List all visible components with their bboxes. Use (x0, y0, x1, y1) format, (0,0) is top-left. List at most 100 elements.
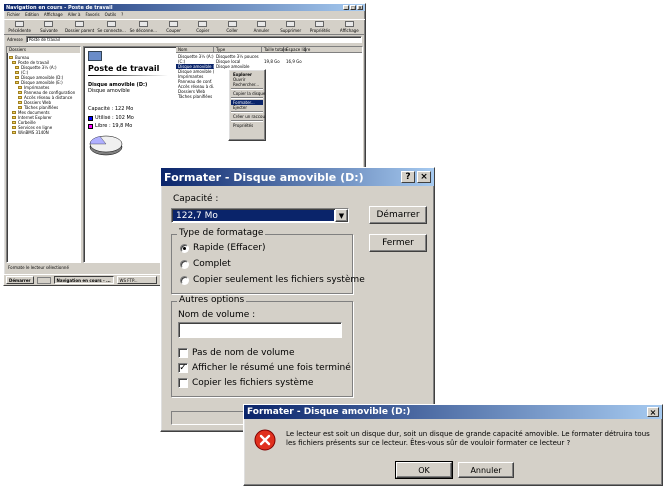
copy-button[interactable]: Copier (190, 21, 215, 33)
menu-affichage[interactable]: Affichage (44, 12, 63, 18)
col-free[interactable]: Espace libre (284, 47, 310, 52)
free-swatch (88, 123, 93, 129)
network-drive-icon (107, 21, 117, 27)
recycle-bin-icon (12, 121, 16, 124)
taskbar-item-explorer[interactable]: Navigation en cours - ... (53, 276, 114, 284)
properties-icon (315, 21, 325, 27)
confirm-dialog: Formater - Disque amovible (D:) × Le lec… (243, 404, 663, 486)
map-drive-button[interactable]: Se connecte... (97, 21, 126, 33)
taskbar-item-ftp[interactable]: WS FTP... (116, 276, 157, 284)
check-show-summary[interactable]: ✓ Afficher le résumé une fois terminé (178, 363, 351, 373)
paste-button[interactable]: Coller (219, 21, 244, 33)
explorer-titlebar[interactable]: Navigation en cours - Poste de travail _… (4, 4, 365, 11)
paste-icon (227, 21, 237, 27)
used-swatch (88, 115, 93, 121)
used-text: Utilisé : 102 Mo (95, 115, 134, 121)
ie-icon (12, 116, 16, 119)
radio-quick[interactable]: Rapide (Effacer) (180, 243, 266, 253)
folder-icon (12, 111, 16, 114)
back-icon (15, 21, 25, 27)
properties-button[interactable]: Propriétés (307, 21, 332, 33)
volume-input[interactable] (178, 322, 342, 338)
computer-icon (12, 61, 16, 64)
format-title: Formater - Disque amovible (D:) (164, 170, 364, 184)
capacity-label: Capacité : (173, 194, 219, 204)
dialup-icon (18, 96, 22, 99)
cut-button[interactable]: Couper (161, 21, 186, 33)
drive-icon (15, 71, 19, 74)
menu-aide[interactable]: ? (121, 12, 123, 18)
computer-icon (88, 51, 102, 61)
printer-icon (18, 86, 22, 89)
capacity-text: Capacité : 122 Mo (88, 106, 134, 112)
radio-full[interactable]: Complet (180, 259, 231, 269)
address-label: Adresse (7, 37, 23, 42)
ctx-create-shortcut[interactable]: Créer un raccourci (231, 114, 265, 119)
menu-fichier[interactable]: Fichier (7, 12, 20, 18)
list-item[interactable]: Tâches planifiées (176, 94, 362, 99)
disconnect-icon (138, 21, 148, 27)
maximize-button[interactable]: □ (350, 5, 356, 10)
address-field[interactable]: Poste de travail (25, 36, 362, 43)
copy-icon (198, 21, 208, 27)
forward-icon (44, 21, 54, 27)
cancel-button[interactable]: Annuler (458, 462, 514, 478)
format-dialog: Formater - Disque amovible (D:) ? × Capa… (160, 167, 435, 432)
folder-up-icon (75, 21, 85, 27)
ctx-search[interactable]: Rechercher... (231, 82, 263, 87)
close-button[interactable]: × (647, 407, 659, 417)
dropdown-arrow-icon[interactable]: ▼ (335, 209, 348, 222)
quick-launch[interactable] (36, 276, 51, 284)
menu-outils[interactable]: Outils (105, 12, 117, 18)
col-name[interactable]: Nom (176, 47, 214, 52)
col-size[interactable]: Taille totale (262, 47, 287, 52)
format-type-group: Type de formatage Rapide (Effacer) Compl… (171, 228, 365, 294)
close-button[interactable]: × (357, 5, 363, 10)
capacity-value: 122,7 Mo (173, 210, 334, 221)
col-type[interactable]: Type (214, 47, 262, 52)
radio-system-only[interactable]: Copier seulement les fichiers système (180, 275, 365, 285)
forward-button[interactable]: Suivante (36, 21, 61, 33)
confirm-titlebar[interactable]: Formater - Disque amovible (D:) × (244, 405, 662, 419)
start-button[interactable]: Démarrer (6, 276, 34, 284)
disconnect-button[interactable]: Se déconne... (130, 21, 157, 33)
close-button[interactable]: × (417, 171, 431, 183)
panel-title: Poste de travail (88, 64, 160, 73)
ctx-properties[interactable]: Propriétés (231, 123, 263, 128)
up-button[interactable]: Dossier parent (65, 21, 94, 33)
panel-item-sub: Disque amovible (88, 88, 130, 94)
folder-tree[interactable]: Dossiers Bureau Poste de travail Disquet… (6, 46, 81, 263)
confirm-title: Formater - Disque amovible (D:) (247, 407, 411, 417)
ctx-copy-disk[interactable]: Copier la disquette... (231, 91, 265, 96)
menu-favoris[interactable]: Favoris (86, 12, 100, 18)
free-text: Libre : 19,8 Mo (95, 123, 133, 129)
ok-button[interactable]: OK (395, 461, 453, 479)
undo-button[interactable]: Annuler (249, 21, 274, 33)
delete-button[interactable]: Supprimer (278, 21, 303, 33)
scheduled-tasks-icon (18, 106, 22, 109)
menu-aller[interactable]: Aller à (68, 12, 81, 18)
format-titlebar[interactable]: Formater - Disque amovible (D:) ? × (161, 168, 434, 186)
views-button[interactable]: Affichage (337, 21, 362, 33)
check-copy-system[interactable]: Copier les fichiers système (178, 378, 313, 388)
ctx-eject[interactable]: Éjecter (231, 105, 263, 110)
floppy-icon (15, 66, 19, 69)
start-button[interactable]: Démarrer (369, 206, 427, 224)
tree-header: Dossiers (7, 47, 80, 53)
desktop-icon (9, 56, 13, 59)
menu-edition[interactable]: Edition (25, 12, 39, 18)
back-button[interactable]: Précédente (7, 21, 32, 33)
progress-bar (171, 411, 251, 425)
capacity-select[interactable]: 122,7 Mo ▼ (171, 208, 349, 223)
delete-icon (286, 21, 296, 27)
error-icon (254, 429, 276, 451)
control-panel-icon (18, 91, 22, 94)
help-button[interactable]: ? (401, 171, 415, 183)
close-dialog-button[interactable]: Fermer (369, 234, 427, 252)
minimize-button[interactable]: _ (343, 5, 349, 10)
tree-item[interactable]: WinBMS 3140N (9, 130, 78, 135)
other-options-group: Autres options Nom de volume : Pas de no… (171, 295, 353, 397)
check-no-label[interactable]: Pas de nom de volume (178, 348, 295, 358)
scissors-icon (169, 21, 178, 27)
folder-icon (12, 126, 16, 129)
